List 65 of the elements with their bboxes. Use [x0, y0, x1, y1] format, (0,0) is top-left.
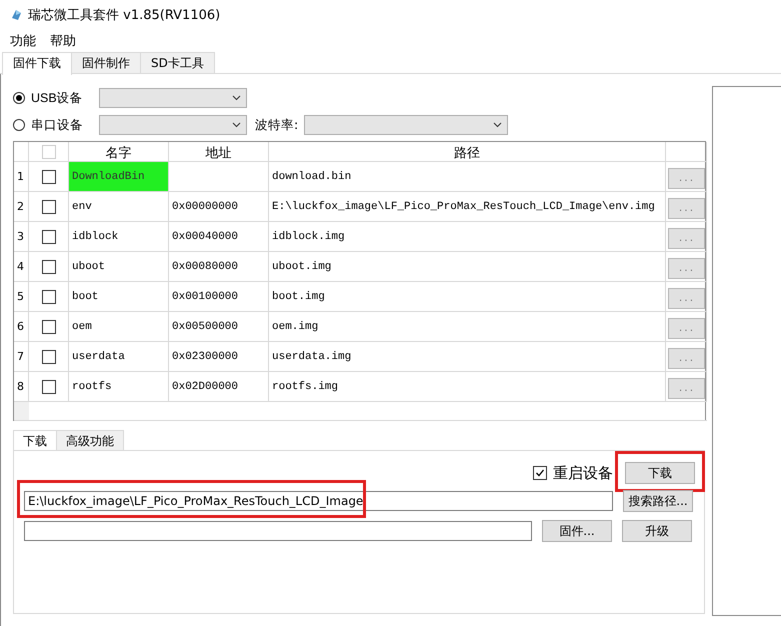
name-cell: userdata	[69, 342, 169, 372]
address-cell-text: 0x02D00000	[171, 380, 238, 392]
app-icon	[10, 9, 22, 21]
row-checkbox[interactable]	[42, 230, 56, 244]
address-cell-text: 0x00500000	[171, 320, 238, 332]
name-cell: idblock	[69, 222, 169, 252]
path-cell-text: boot.img	[271, 290, 325, 302]
path-field[interactable]: E:\luckfox_image\LF_Pico_ProMax_ResTouch_LCD_Image	[24, 491, 613, 511]
row-number: 1	[16, 170, 24, 183]
name-cell: oem	[69, 312, 169, 342]
firmware-field[interactable]	[24, 521, 532, 541]
row-checkbox[interactable]	[42, 290, 56, 304]
download-button[interactable]: 下载	[625, 462, 695, 484]
radio-button[interactable]: 串口设备	[13, 116, 99, 134]
path-cell-text: userdata.img	[271, 350, 352, 362]
address-cell-text: 0x00080000	[171, 260, 238, 272]
row-checkbox[interactable]	[42, 320, 56, 334]
row-checkbox[interactable]	[42, 260, 56, 274]
column-header: 路径	[454, 144, 480, 162]
row-checkbox[interactable]	[42, 350, 56, 364]
tab[interactable]: 固件下载	[2, 52, 72, 75]
radio-button[interactable]: USB设备	[13, 90, 99, 106]
menu-item[interactable]: 帮助	[50, 32, 76, 50]
chevron-icon	[232, 122, 241, 128]
name-cell: env	[69, 192, 169, 222]
tab[interactable]: 下载	[13, 430, 57, 450]
menu-item[interactable]: 功能	[10, 32, 36, 50]
path-cell-text: download.bin	[271, 170, 352, 182]
tab[interactable]: 固件制作	[71, 52, 141, 73]
name-cell: DownloadBin	[69, 162, 169, 192]
chevron-icon	[232, 95, 241, 101]
baud-label: 波特率:	[255, 116, 298, 134]
path-cell-text: E:\luckfox_image\LF_Pico_ProMax_ResTouch_LCD_Image\env.img	[271, 200, 655, 212]
upgrade-button[interactable]: 升级	[622, 520, 692, 542]
address-cell-text: 0x00040000	[171, 230, 238, 242]
name-cell: rootfs	[69, 372, 169, 402]
search-path-button[interactable]: 搜索路径...	[623, 490, 693, 512]
column-header: 名字	[106, 144, 132, 162]
row-checkbox[interactable]	[42, 200, 56, 214]
column-header: 地址	[206, 144, 232, 162]
row-number: 3	[16, 230, 24, 243]
path-cell-text: idblock.img	[271, 230, 345, 242]
tab[interactable]: 高级功能	[56, 430, 124, 450]
path-cell-text: rootfs.img	[271, 380, 338, 392]
path-cell-text: uboot.img	[271, 260, 332, 272]
row-number: 6	[16, 320, 24, 333]
row-number: 5	[16, 290, 24, 303]
row-checkbox[interactable]	[42, 170, 56, 184]
name-cell: uboot	[69, 252, 169, 282]
reboot-checkbox[interactable]: 重启设备	[533, 464, 613, 482]
row-checkbox[interactable]	[42, 380, 56, 394]
address-cell-text: 0x00100000	[171, 290, 238, 302]
row-number: 7	[16, 350, 24, 363]
row-number: 8	[16, 380, 24, 393]
address-cell-text: 0x02300000	[171, 350, 238, 362]
firmware-button[interactable]: 固件...	[542, 520, 612, 542]
chevron-icon	[493, 122, 502, 128]
row-number: 4	[16, 260, 24, 273]
name-cell: boot	[69, 282, 169, 312]
window-title: 瑞芯微工具套件 v1.85(RV1106)	[28, 7, 220, 24]
checkmark-icon	[535, 468, 545, 478]
tab[interactable]: SD卡工具	[140, 52, 215, 73]
path-cell-text: oem.img	[271, 320, 318, 332]
row-number: 2	[16, 200, 24, 213]
address-cell-text: 0x00000000	[171, 200, 238, 212]
